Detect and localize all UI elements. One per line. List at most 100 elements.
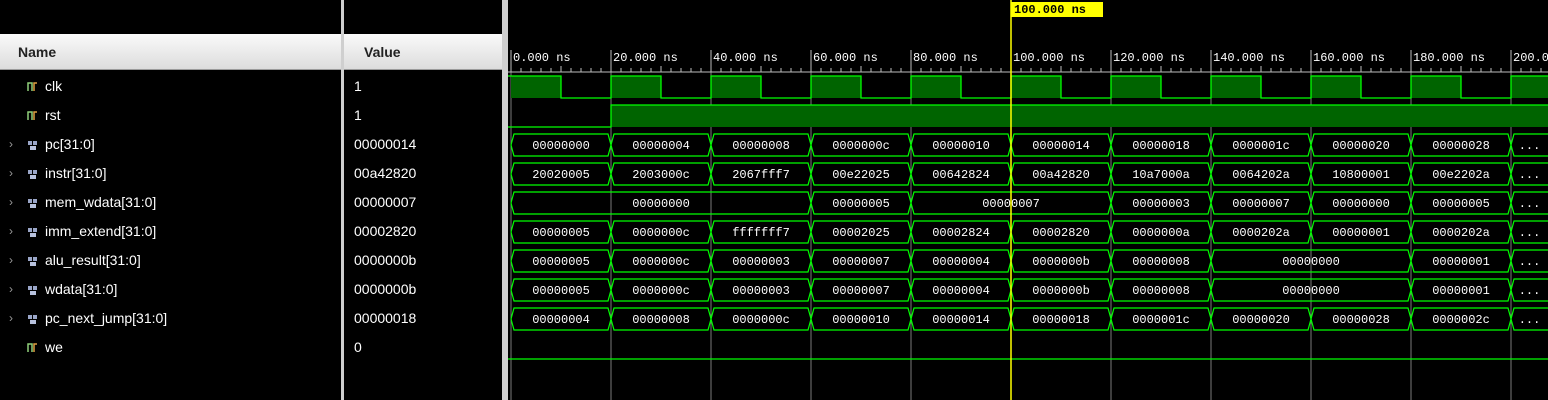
bus-value-label: ... <box>1519 226 1541 240</box>
signal-name: we <box>45 339 63 355</box>
bus-value-label: ... <box>1519 284 1541 298</box>
signal-value: 00002820 <box>354 223 417 239</box>
high-level-fill <box>711 76 761 98</box>
signal-value: 00000018 <box>354 310 417 326</box>
bus-value-label: 00000020 <box>1332 139 1390 153</box>
bus-value-label: 00000004 <box>632 139 690 153</box>
signal-row[interactable]: rst <box>0 101 341 130</box>
expand-chevron-icon[interactable]: › <box>9 217 13 246</box>
bus-value-label: 00000003 <box>732 255 790 269</box>
signal-row[interactable]: › imm_extend[31:0] <box>0 217 341 246</box>
value-row[interactable]: 0000000b <box>344 275 502 304</box>
bus-value-label: 00000004 <box>932 284 990 298</box>
high-level-fill <box>811 76 861 98</box>
value-row[interactable]: 1 <box>344 72 502 101</box>
signal-row[interactable]: clk <box>0 72 341 101</box>
bit-signal-icon <box>27 82 37 91</box>
time-tick-label: 100.000 ns <box>1013 51 1085 65</box>
bus-value-label: ... <box>1519 139 1541 153</box>
expand-chevron-icon[interactable]: › <box>9 130 13 159</box>
expand-chevron-icon[interactable]: › <box>9 159 13 188</box>
high-level-fill <box>1411 76 1461 98</box>
bus-value-label: 00000000 <box>532 139 590 153</box>
bus-value-label: ... <box>1519 197 1541 211</box>
time-tick-label: 80.000 ns <box>913 51 978 65</box>
name-column-header[interactable]: Name <box>0 34 341 70</box>
signal-name: imm_extend[31:0] <box>45 223 157 239</box>
bus-value-label: 0000202a <box>1232 226 1290 240</box>
bus-value-label: 00e2202a <box>1432 168 1490 182</box>
bus-value-label: 0000000b <box>1032 255 1090 269</box>
bus-value-label: 0000202a <box>1432 226 1490 240</box>
time-tick-label: 40.000 ns <box>713 51 778 65</box>
signal-row[interactable]: › pc[31:0] <box>0 130 341 159</box>
bus-value-label: 00642824 <box>932 168 990 182</box>
signal-value: 00000014 <box>354 136 417 152</box>
bus-value-label: 00002824 <box>932 226 990 240</box>
expand-chevron-icon[interactable]: › <box>9 246 13 275</box>
expand-chevron-icon[interactable]: › <box>9 275 13 304</box>
bus-value-label: 0000000c <box>832 139 890 153</box>
signal-row[interactable]: › alu_result[31:0] <box>0 246 341 275</box>
value-row[interactable]: 00a42820 <box>344 159 502 188</box>
value-row[interactable]: 00002820 <box>344 217 502 246</box>
bus-value-label: 0000000c <box>632 255 690 269</box>
name-column: Name clk rst › pc[31:0] › instr[31:0] › mem_wda… <box>0 0 341 400</box>
bus-value-label: 00000005 <box>532 284 590 298</box>
bus-value-label: 00000028 <box>1432 139 1490 153</box>
bus-value-label: 00000004 <box>532 313 590 327</box>
bus-value-label: 00000005 <box>1432 197 1490 211</box>
bus-value-label: 00000005 <box>532 255 590 269</box>
bus-value-label: 10800001 <box>1332 168 1390 182</box>
bus-value-label: 00000000 <box>1332 197 1390 211</box>
time-tick-label: 0.000 ns <box>513 51 571 65</box>
bus-value-label: ... <box>1519 255 1541 269</box>
bus-value-label: ... <box>1519 168 1541 182</box>
waveform-panel[interactable]: 0.000 ns 20.000 ns 40.000 ns 60.000 ns 80.00… <box>508 0 1548 400</box>
value-row[interactable]: 1 <box>344 101 502 130</box>
time-tick-label: 120.000 ns <box>1113 51 1185 65</box>
bus-value-label: 00000020 <box>1232 313 1290 327</box>
bus-value-label: 00000005 <box>832 197 890 211</box>
signal-row[interactable]: › wdata[31:0] <box>0 275 341 304</box>
value-column-header[interactable]: Value <box>344 34 502 70</box>
high-level-fill <box>1311 76 1361 98</box>
signal-row[interactable]: we <box>0 333 341 362</box>
signal-value: 00a42820 <box>354 165 417 181</box>
expand-chevron-icon[interactable]: › <box>9 304 13 333</box>
bus-signal-icon <box>28 141 37 150</box>
bit-signal-icon <box>27 111 37 120</box>
bus-value-label: 00000005 <box>532 226 590 240</box>
signal-name: alu_result[31:0] <box>45 252 141 268</box>
signal-value: 0000000b <box>354 281 417 297</box>
high-level-fill <box>511 76 561 98</box>
signal-name: mem_wdata[31:0] <box>45 194 157 210</box>
signal-row[interactable]: › instr[31:0] <box>0 159 341 188</box>
value-row[interactable]: 00000014 <box>344 130 502 159</box>
bus-value-label: 00000000 <box>1282 255 1340 269</box>
bus-value-label: 00002025 <box>832 226 890 240</box>
signal-value: 00000007 <box>354 194 417 210</box>
bus-value-label: 00000018 <box>1132 139 1190 153</box>
signal-row[interactable]: › mem_wdata[31:0] <box>0 188 341 217</box>
signal-value: 1 <box>354 107 362 123</box>
bus-value-label: 00000000 <box>1282 284 1340 298</box>
bus-value-label: 00000008 <box>1132 255 1190 269</box>
bus-value-label: 00000010 <box>932 139 990 153</box>
high-level-fill <box>611 76 661 98</box>
bus-value-label: 00000008 <box>632 313 690 327</box>
bus-value-label: 00000001 <box>1432 284 1490 298</box>
bus-value-label: 00a42820 <box>1032 168 1090 182</box>
value-row[interactable]: 00000007 <box>344 188 502 217</box>
bus-signal-icon <box>28 170 37 179</box>
time-tick-label: 140.000 ns <box>1213 51 1285 65</box>
value-row[interactable]: 0000000b <box>344 246 502 275</box>
bus-value-label: 0000000b <box>1032 284 1090 298</box>
bus-value-label: 00000007 <box>832 284 890 298</box>
bus-value-label: 00000007 <box>832 255 890 269</box>
signal-name: wdata[31:0] <box>45 281 118 297</box>
value-row[interactable]: 00000018 <box>344 304 502 333</box>
expand-chevron-icon[interactable]: › <box>9 188 13 217</box>
signal-row[interactable]: › pc_next_jump[31:0] <box>0 304 341 333</box>
value-row[interactable]: 0 <box>344 333 502 362</box>
